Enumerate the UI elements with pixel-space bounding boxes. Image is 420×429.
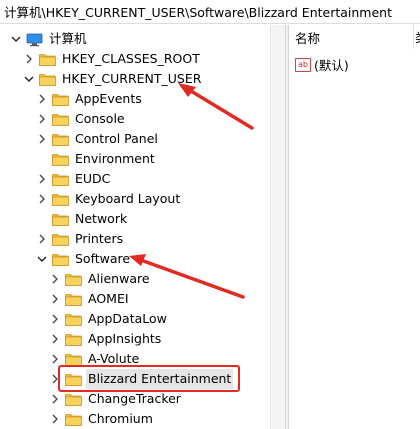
tree-node-changetracker[interactable]: ChangeTracker: [49, 389, 183, 409]
folder-icon: [52, 173, 69, 186]
chevron-right-icon[interactable]: [49, 413, 61, 425]
folder-icon: [65, 393, 82, 406]
folder-icon: [52, 253, 69, 266]
tree-node-eudc[interactable]: EUDC: [36, 169, 112, 189]
tree-node-alienware[interactable]: Alienware: [49, 269, 152, 289]
tree-node-appinsights[interactable]: AppInsights: [49, 329, 163, 349]
folder-icon: [65, 313, 82, 326]
tree-node-environment[interactable]: Environment: [36, 149, 157, 169]
folder-icon: [65, 293, 82, 306]
chevron-right-icon[interactable]: [23, 53, 35, 65]
chevron-down-icon[interactable]: [10, 33, 22, 45]
folder-icon: [52, 133, 69, 146]
chevron-right-icon[interactable]: [49, 353, 61, 365]
folder-icon: [65, 413, 82, 426]
folder-icon: [52, 113, 69, 126]
chevron-right-icon[interactable]: [36, 233, 48, 245]
tree-node-label: AOMEI: [88, 291, 129, 306]
chevron-right-icon[interactable]: [36, 173, 48, 185]
tree-node-control-panel[interactable]: Control Panel: [36, 129, 160, 149]
values-pane: 名称 类 ab (默认): [289, 25, 420, 429]
tree-node-label: AppInsights: [88, 331, 162, 346]
tree-node-chromium[interactable]: Chromium: [49, 409, 155, 429]
chevron-down-icon[interactable]: [36, 253, 48, 265]
tree-node-label: Software: [75, 251, 131, 266]
folder-icon: [39, 73, 56, 86]
chevron-right-icon[interactable]: [49, 293, 61, 305]
tree-node-software[interactable]: Software: [36, 249, 132, 269]
tree-node-label: AppDataLow: [88, 311, 167, 326]
column-divider[interactable]: [413, 25, 414, 49]
tree-node-network[interactable]: Network: [36, 209, 129, 229]
tree-node-console[interactable]: Console: [36, 109, 127, 129]
tree-node-label: HKEY_CLASSES_ROOT: [62, 51, 200, 66]
tree-node-aomei[interactable]: AOMEI: [49, 289, 131, 309]
computer-icon: [26, 33, 43, 46]
chevron-right-icon[interactable]: [36, 93, 48, 105]
address-path: 计算机\HKEY_CURRENT_USER\Software\Blizzard …: [4, 5, 392, 20]
tree-node-label: EUDC: [75, 171, 111, 186]
tree-node-label: HKEY_CURRENT_USER: [62, 71, 202, 86]
tree-node-label: Environment: [75, 151, 155, 166]
chevron-right-icon[interactable]: [36, 113, 48, 125]
highlight-box: [58, 365, 240, 392]
folder-icon: [52, 233, 69, 246]
tree-node-appdatalow[interactable]: AppDataLow: [49, 309, 169, 329]
chevron-down-icon[interactable]: [23, 73, 35, 85]
chevron-right-icon[interactable]: [49, 273, 61, 285]
tree-node-root[interactable]: 计算机: [10, 29, 89, 49]
value-name: (默认): [314, 58, 349, 73]
value-row-default[interactable]: ab (默认): [295, 55, 349, 74]
tree-node-label: Keyboard Layout: [75, 191, 181, 206]
folder-icon: [52, 213, 69, 226]
column-header-type[interactable]: 类: [415, 27, 420, 46]
tree-node-label: Printers: [75, 231, 124, 246]
folder-icon: [52, 193, 69, 206]
tree-node-appevents[interactable]: AppEvents: [36, 89, 144, 109]
tree-node-label: Network: [75, 211, 128, 226]
folder-icon: [52, 93, 69, 106]
registry-tree: 计算机 HKEY_CLASSES_ROOT HKEY_CURRENT_USER App…: [0, 25, 285, 429]
folder-icon: [39, 53, 56, 66]
chevron-right-icon[interactable]: [36, 133, 48, 145]
tree-node-printers[interactable]: Printers: [36, 229, 125, 249]
chevron-right-icon[interactable]: [49, 393, 61, 405]
tree-node-label: ChangeTracker: [88, 391, 181, 406]
string-value-icon: ab: [295, 57, 311, 72]
tree-node-label: 计算机: [49, 31, 87, 46]
folder-icon: [52, 153, 69, 166]
tree-node-label: Alienware: [88, 271, 150, 286]
tree-node-label: AppEvents: [75, 91, 142, 106]
chevron-right-icon[interactable]: [36, 193, 48, 205]
address-bar[interactable]: 计算机\HKEY_CURRENT_USER\Software\Blizzard …: [0, 0, 420, 24]
tree-node-hkcr[interactable]: HKEY_CLASSES_ROOT: [23, 49, 202, 69]
folder-icon: [65, 273, 82, 286]
tree-node-keyboard-layout[interactable]: Keyboard Layout: [36, 189, 182, 209]
tree-node-label: Control Panel: [75, 131, 158, 146]
column-header-name[interactable]: 名称: [289, 25, 320, 49]
folder-icon: [65, 333, 82, 346]
tree-scrollbar[interactable]: [270, 25, 285, 429]
folder-icon: [65, 353, 82, 366]
tree-node-label: Chromium: [88, 411, 153, 426]
chevron-right-icon[interactable]: [49, 313, 61, 325]
chevron-right-icon[interactable]: [49, 333, 61, 345]
tree-node-hkcu[interactable]: HKEY_CURRENT_USER: [23, 69, 203, 89]
tree-node-label: Console: [75, 111, 125, 126]
